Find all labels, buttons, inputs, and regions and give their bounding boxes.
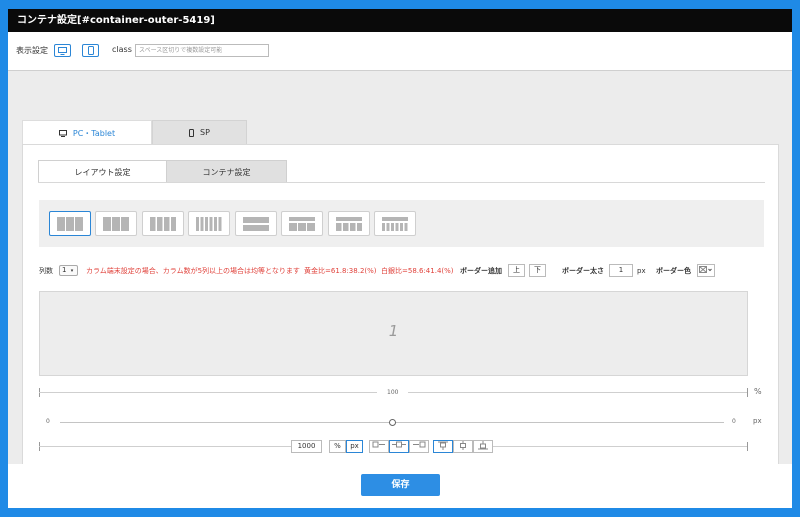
valign-top-icon: [438, 441, 448, 450]
desktop-icon: [58, 46, 67, 55]
align-left-icon: [372, 441, 385, 448]
mobile-icon: [87, 46, 94, 55]
dialog-title: コンテナ設定[#container-outer-5419]: [8, 9, 792, 32]
desktop-toggle-button[interactable]: [54, 44, 71, 57]
chevron-down-icon: ▾: [70, 268, 74, 274]
display-settings-row: 表示設定 class スペース区切りで複数設定可能: [8, 32, 792, 71]
layout-preset-bar: [39, 200, 764, 247]
valign-bottom-icon: [478, 441, 488, 450]
dialog-footer: 保存: [8, 464, 792, 508]
layout-3-cols-button[interactable]: [49, 211, 91, 236]
align-right-icon: [413, 441, 426, 448]
width-ruler-end-tick: [747, 442, 748, 451]
unit-px-button[interactable]: px: [346, 440, 363, 453]
valign-middle-icon: [460, 441, 466, 450]
percent-ruler-value: 100: [387, 389, 399, 396]
valign-bottom-button[interactable]: [473, 440, 493, 453]
columns-value: 1: [62, 266, 67, 274]
align-center-button[interactable]: [389, 440, 409, 453]
golden-ratio-link[interactable]: 黄金比=61.8:38.2(%): [304, 264, 377, 278]
settings-panel: レイアウト設定 コンテナ設定 列数 1 ▾ カラム端末設定の場合、カラム数が5列…: [22, 144, 779, 476]
desktop-icon: [58, 129, 67, 137]
tab-sp-label: SP: [200, 128, 210, 137]
border-top-button[interactable]: 上: [508, 264, 525, 277]
layout-rows-2-button[interactable]: [235, 211, 277, 236]
layout-4-cols-button[interactable]: [142, 211, 184, 236]
color-swatch-icon: [699, 266, 712, 273]
column-preview[interactable]: 1: [39, 291, 748, 376]
ruler-end-tick: [747, 388, 748, 397]
layout-3-cols-b-button[interactable]: [95, 211, 137, 236]
align-right-button[interactable]: [409, 440, 429, 453]
percent-ruler-left: [39, 392, 377, 393]
layout-rows-2-4-button[interactable]: [328, 211, 370, 236]
subtab-layout-settings[interactable]: レイアウト設定: [38, 160, 167, 183]
margin-right-value: 0: [732, 418, 736, 425]
dialog-window: 表示設定 class スペース区切りで複数設定可能 PC・Tablet SP レ…: [8, 32, 792, 508]
width-ruler-right: [493, 446, 748, 447]
width-input[interactable]: 1000: [291, 440, 322, 453]
tab-pc-label: PC・Tablet: [72, 128, 116, 138]
border-width-input[interactable]: 1: [609, 264, 633, 277]
margin-slider-handle[interactable]: [389, 419, 396, 426]
unit-percent-button[interactable]: %: [329, 440, 346, 453]
border-width-label: ボーダー太さ: [562, 267, 604, 275]
valign-top-button[interactable]: [433, 440, 453, 453]
preview-column-number: 1: [388, 322, 399, 340]
class-label: class: [112, 45, 132, 54]
layout-6-cols-button[interactable]: [188, 211, 230, 236]
class-input[interactable]: スペース区切りで複数設定可能: [135, 44, 269, 57]
tab-pc-tablet[interactable]: PC・Tablet: [22, 120, 152, 145]
margin-unit: px: [753, 417, 762, 425]
layout-rows-2-3-button[interactable]: [281, 211, 323, 236]
margin-left-value: 0: [46, 418, 50, 425]
layout-rows-2-6-button[interactable]: [374, 211, 416, 236]
border-color-label: ボーダー色: [656, 267, 691, 275]
save-button[interactable]: 保存: [361, 474, 440, 496]
columns-select[interactable]: 1 ▾: [59, 265, 78, 276]
percent-unit: %: [754, 387, 762, 396]
border-bottom-button[interactable]: 下: [529, 264, 546, 277]
percent-ruler-right: [408, 392, 748, 393]
border-width-unit: px: [637, 267, 646, 275]
width-ruler-left: [39, 446, 291, 447]
column-note: カラム端末設定の場合、カラム数が5列以上の場合は均等となります: [86, 267, 300, 275]
border-color-picker[interactable]: [697, 264, 715, 277]
settings-area: PC・Tablet SP レイアウト設定 コンテナ設定 列数 1 ▾ カラム端末…: [8, 71, 792, 476]
border-add-label: ボーダー追加: [460, 267, 502, 275]
columns-label: 列数: [39, 267, 53, 275]
silver-ratio-link[interactable]: 白銀比=58.6:41.4(%): [381, 264, 454, 278]
tab-sp[interactable]: SP: [152, 120, 247, 145]
align-center-icon: [392, 441, 406, 448]
align-left-button[interactable]: [369, 440, 389, 453]
mobile-icon: [189, 128, 195, 137]
subtab-divider: [38, 182, 765, 183]
valign-middle-button[interactable]: [453, 440, 473, 453]
subtab-container-settings[interactable]: コンテナ設定: [166, 160, 287, 183]
display-settings-label: 表示設定: [16, 46, 48, 55]
mobile-toggle-button[interactable]: [82, 44, 99, 57]
